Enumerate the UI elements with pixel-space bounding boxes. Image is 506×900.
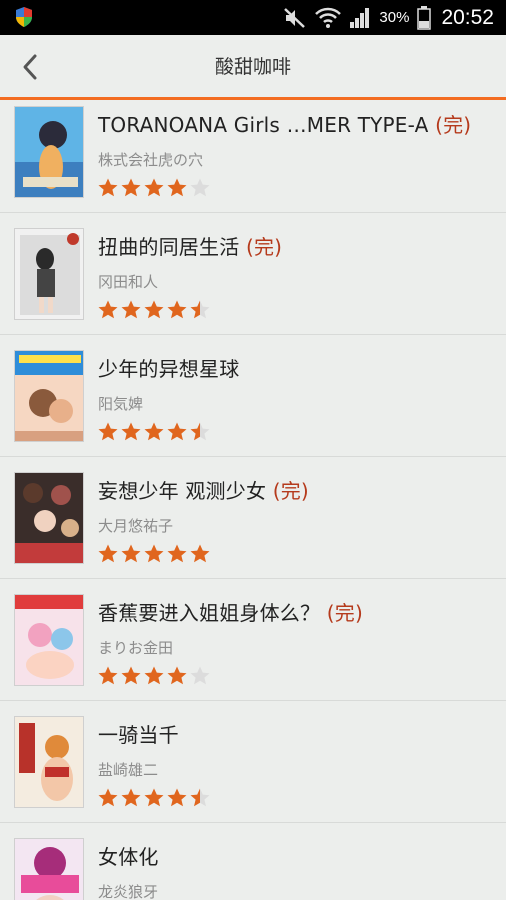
star-filled-icon <box>144 300 164 319</box>
book-author: 盐崎雄二 <box>98 761 159 779</box>
book-cover <box>14 472 84 564</box>
star-filled-icon <box>98 178 118 197</box>
chevron-left-icon <box>23 54 37 80</box>
book-author: 株式会社虎の穴 <box>98 151 204 169</box>
star-filled-icon <box>98 788 118 807</box>
shield-icon <box>16 7 32 27</box>
book-cover <box>14 594 84 686</box>
star-filled-icon <box>144 788 164 807</box>
list-item[interactable]: 香蕉要进入姐姐身体么？ (完) まりお金田 <box>0 579 506 701</box>
star-filled-icon <box>167 544 187 563</box>
rating-stars <box>97 421 211 443</box>
star-filled-icon <box>121 422 141 441</box>
star-filled-icon <box>144 666 164 685</box>
star-half-icon <box>190 422 210 441</box>
star-filled-icon <box>98 300 118 319</box>
star-filled-icon <box>98 422 118 441</box>
book-cover <box>14 106 84 198</box>
page-title: 酸甜咖啡 <box>214 56 291 78</box>
star-filled-icon <box>121 178 141 197</box>
star-filled-icon <box>121 300 141 319</box>
book-author: 阳気婢 <box>98 395 144 413</box>
book-cover <box>14 838 84 900</box>
star-filled-icon <box>167 788 187 807</box>
book-cover <box>14 228 84 320</box>
list-item[interactable]: 一骑当千 盐崎雄二 <box>0 701 506 823</box>
book-author: 大月悠祐子 <box>98 517 174 535</box>
mute-icon <box>284 7 306 28</box>
battery-percent: 30% <box>379 9 410 26</box>
star-filled-icon <box>190 544 210 563</box>
rating-stars <box>97 177 211 199</box>
rating-stars <box>97 543 211 565</box>
rating-stars <box>97 299 211 321</box>
star-filled-icon <box>121 666 141 685</box>
app-header: 酸甜咖啡 <box>0 35 506 100</box>
star-empty-icon <box>190 666 210 685</box>
star-filled-icon <box>167 666 187 685</box>
book-author: 冈田和人 <box>98 273 159 291</box>
signal-icon <box>350 7 370 28</box>
book-list: TORANOANA Girls …MER TYPE-A (完) 株式会社虎の穴 … <box>0 103 506 900</box>
book-author: 龙炎狼牙 <box>98 883 159 900</box>
star-filled-icon <box>167 178 187 197</box>
star-filled-icon <box>121 544 141 563</box>
book-title: 一骑当千 <box>98 723 179 747</box>
book-cover <box>14 350 84 442</box>
star-filled-icon <box>144 544 164 563</box>
star-filled-icon <box>144 178 164 197</box>
list-item[interactable]: 妄想少年 观测少女 (完) 大月悠祐子 <box>0 457 506 579</box>
list-item[interactable]: 扭曲的同居生活 (完) 冈田和人 <box>0 213 506 335</box>
book-author: まりお金田 <box>98 639 174 657</box>
book-title: 女体化 <box>98 845 159 869</box>
book-title: TORANOANA Girls …MER TYPE-A (完) <box>98 113 472 137</box>
rating-stars <box>97 787 211 809</box>
status-bar: 30% 20:52 <box>0 0 506 35</box>
clock: 20:52 <box>441 5 494 29</box>
book-title: 少年的异想星球 <box>98 357 240 381</box>
star-half-icon <box>190 788 210 807</box>
star-filled-icon <box>98 666 118 685</box>
list-item[interactable]: 女体化 龙炎狼牙 <box>0 823 506 900</box>
star-half-icon <box>190 300 210 319</box>
list-item[interactable]: TORANOANA Girls …MER TYPE-A (完) 株式会社虎の穴 <box>0 103 506 213</box>
book-title: 香蕉要进入姐姐身体么？ (完) <box>98 601 363 625</box>
back-button[interactable] <box>10 47 50 87</box>
battery-icon <box>417 5 432 30</box>
book-title: 妄想少年 观测少女 (完) <box>98 479 309 503</box>
book-cover <box>14 716 84 808</box>
star-filled-icon <box>121 788 141 807</box>
star-filled-icon <box>167 300 187 319</box>
book-title: 扭曲的同居生活 (完) <box>98 235 283 259</box>
star-filled-icon <box>167 422 187 441</box>
wifi-icon <box>315 7 342 28</box>
star-filled-icon <box>98 544 118 563</box>
rating-stars <box>97 665 211 687</box>
list-item[interactable]: 少年的异想星球 阳気婢 <box>0 335 506 457</box>
star-filled-icon <box>144 422 164 441</box>
star-empty-icon <box>190 178 210 197</box>
